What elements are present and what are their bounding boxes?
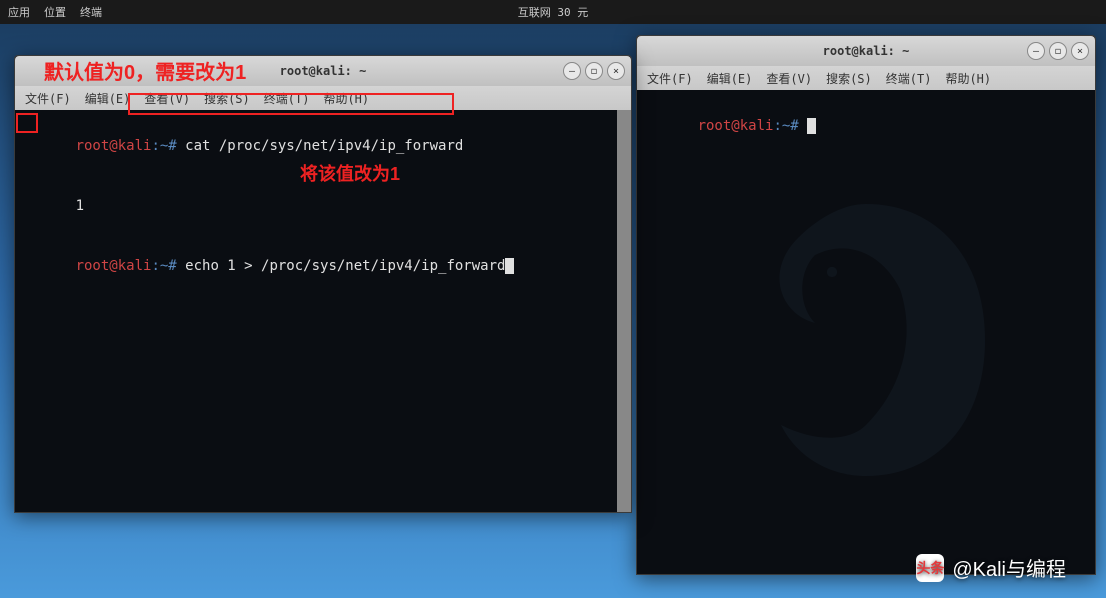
prompt-path: :~# — [151, 258, 176, 274]
scrollbar[interactable] — [617, 110, 631, 512]
menu-view[interactable]: 查看(V) — [766, 70, 812, 87]
command-output: 1 — [76, 198, 84, 214]
maximize-button[interactable]: ◻ — [1049, 42, 1067, 60]
menu-help[interactable]: 帮助(H) — [945, 70, 991, 87]
annotation-top: 默认值为0，需要改为1 — [44, 56, 246, 85]
menu-search[interactable]: 搜索(S) — [826, 70, 872, 87]
panel-clock: 互联网 30 元 — [518, 4, 589, 20]
cursor-icon — [505, 258, 514, 274]
command-text: echo 1 > /proc/sys/net/ipv4/ip_forward — [177, 258, 506, 274]
watermark: 头条 @Kali与编程 — [916, 553, 1066, 582]
close-button[interactable]: × — [607, 62, 625, 80]
minimize-button[interactable]: – — [1027, 42, 1045, 60]
minimize-button[interactable]: – — [563, 62, 581, 80]
prompt-user: root@kali — [76, 258, 152, 274]
highlight-box-command — [128, 93, 454, 115]
panel-places[interactable]: 位置 — [44, 4, 66, 20]
maximize-button[interactable]: ◻ — [585, 62, 603, 80]
close-button[interactable]: × — [1071, 42, 1089, 60]
highlight-box-output — [16, 113, 38, 133]
menu-file[interactable]: 文件(F) — [647, 70, 693, 87]
terminal-window-right[interactable]: root@kali: ~ – ◻ × 文件(F) 编辑(E) 查看(V) 搜索(… — [636, 35, 1096, 575]
prompt-path: :~# — [151, 138, 176, 154]
menu-file[interactable]: 文件(F) — [25, 90, 71, 107]
prompt-path: :~# — [773, 118, 798, 134]
annotation-mid: 将该值改为1 — [300, 160, 400, 186]
scroll-thumb[interactable] — [617, 110, 631, 512]
panel-apps[interactable]: 应用 — [8, 4, 30, 20]
toutiao-icon: 头条 — [916, 554, 944, 582]
top-panel: 应用 位置 终端 互联网 30 元 — [0, 0, 1106, 24]
menu-terminal[interactable]: 终端(T) — [886, 70, 932, 87]
command-text — [799, 118, 807, 134]
menu-edit[interactable]: 编辑(E) — [707, 70, 753, 87]
dragon-logo-icon — [696, 170, 1036, 510]
terminal-body-right[interactable]: root@kali:~# — [637, 90, 1095, 574]
cursor-icon — [807, 118, 816, 134]
menu-edit[interactable]: 编辑(E) — [85, 90, 131, 107]
prompt-user: root@kali — [698, 118, 774, 134]
panel-terminal[interactable]: 终端 — [80, 4, 102, 20]
watermark-handle: @Kali与编程 — [952, 553, 1066, 582]
titlebar-right[interactable]: root@kali: ~ – ◻ × — [637, 36, 1095, 66]
terminal-window-left[interactable]: root@kali: ~ – ◻ × 文件(F) 编辑(E) 查看(V) 搜索(… — [14, 55, 632, 513]
menubar-right: 文件(F) 编辑(E) 查看(V) 搜索(S) 终端(T) 帮助(H) — [637, 66, 1095, 90]
command-text: cat /proc/sys/net/ipv4/ip_forward — [177, 138, 464, 154]
prompt-user: root@kali — [76, 138, 152, 154]
window-title: root@kali: ~ — [645, 44, 1087, 58]
